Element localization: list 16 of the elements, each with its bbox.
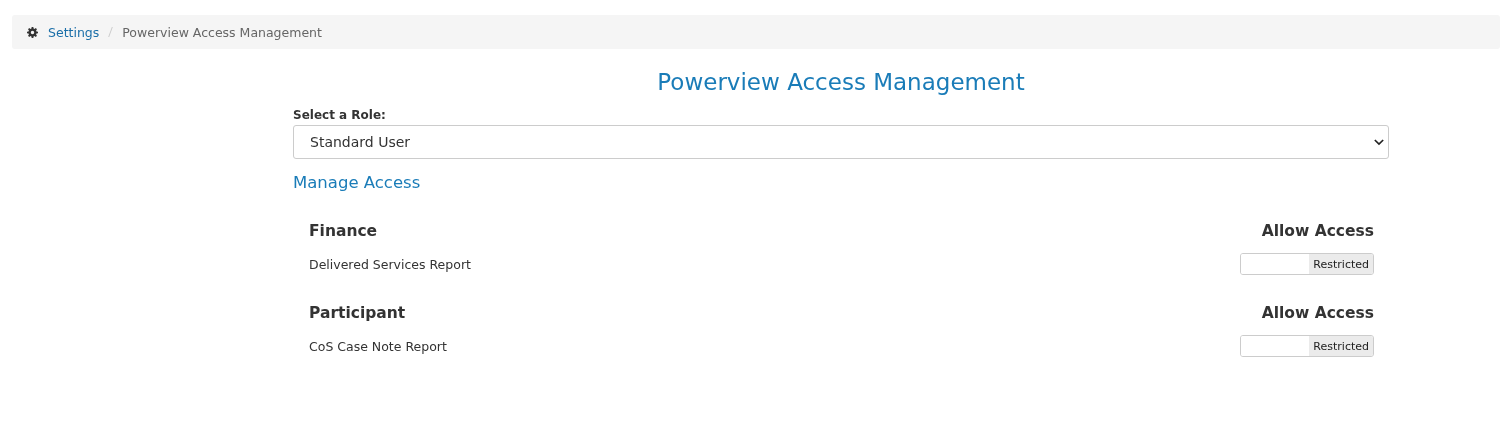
column-heading: Allow Access — [1261, 303, 1374, 323]
field-label: Select a Role: — [293, 107, 387, 123]
access-toggle[interactable]: Restricted — [1240, 335, 1374, 357]
breadcrumb-current: Powerview Access Management — [122, 24, 322, 40]
access-toggle[interactable]: Restricted — [1240, 253, 1374, 275]
settings-icon — [27, 26, 38, 38]
report-name: CoS Case Note Report — [309, 338, 447, 354]
chevron-down-icon — [1374, 138, 1384, 146]
group-heading: Participant — [309, 303, 406, 323]
column-heading: Allow Access — [1261, 221, 1374, 241]
report-name: Delivered Services Report — [309, 256, 471, 272]
page-title: Powerview Access Management — [656, 68, 1026, 96]
group-heading: Finance — [309, 221, 378, 241]
role-select[interactable]: Standard User — [293, 125, 1389, 159]
breadcrumb-link[interactable]: Settings — [27, 24, 100, 40]
section-heading: Manage Access — [293, 173, 422, 193]
